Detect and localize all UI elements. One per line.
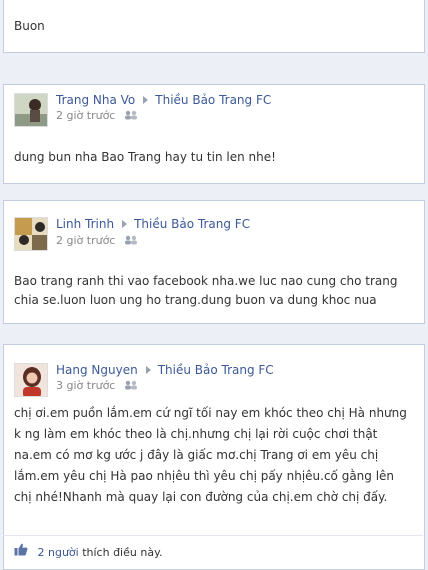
post-card: Trang Nha Vo Thiều Bảo Trang FC 2 giờ trư… <box>3 84 425 184</box>
message-line: chia se.luon luon ung ho trang.dung buon… <box>14 293 377 307</box>
likes-divider <box>3 535 423 536</box>
likes-text: thích điều này. <box>82 546 163 559</box>
avatar[interactable] <box>14 363 48 397</box>
target-page-link[interactable]: Thiều Bảo Trang FC <box>155 93 271 107</box>
post-message: Buon <box>14 19 45 33</box>
message-line: k ng làm em khóc theo là chị.nhưng chị l… <box>14 427 378 441</box>
message-line: Bao trang ranh thi vao facebook nha.we l… <box>14 274 398 288</box>
timestamp[interactable]: 3 giờ trước <box>56 379 115 392</box>
post-meta: 3 giờ trước <box>56 379 138 392</box>
people-icon <box>124 235 138 245</box>
message-line: chị ơi.em puồn lắm.em cứ ngĩ tối nay em … <box>14 406 407 420</box>
timestamp[interactable]: 2 giờ trước <box>56 234 115 247</box>
author-link[interactable]: Linh Trinh <box>56 217 114 231</box>
post-header: Hang Nguyen Thiều Bảo Trang FC <box>56 363 274 377</box>
post-message: Bao trang ranh thi vao facebook nha.we l… <box>14 272 397 310</box>
thumbs-up-icon <box>14 543 28 559</box>
avatar[interactable] <box>14 217 48 251</box>
people-icon <box>124 110 138 120</box>
author-link[interactable]: Hang Nguyen <box>56 363 138 377</box>
timestamp[interactable]: 2 giờ trước <box>56 109 115 122</box>
post-card: Hang Nguyen Thiều Bảo Trang FC 3 giờ trướ… <box>3 344 425 570</box>
post-message: dung bun nha Bao Trang hay tu tin len nh… <box>14 150 276 164</box>
target-page-link[interactable]: Thiều Bảo Trang FC <box>158 363 274 377</box>
post-meta: 2 giờ trước <box>56 234 138 247</box>
message-line: chị nhé!Nhanh mà quay lại con đường của … <box>14 490 388 504</box>
post-card: Linh Trinh Thiều Bảo Trang FC 2 giờ trước… <box>3 200 425 324</box>
avatar[interactable] <box>14 93 48 127</box>
arrow-icon <box>122 219 128 228</box>
post-message: chị ơi.em puồn lắm.em cứ ngĩ tối nay em … <box>14 403 407 508</box>
target-page-link[interactable]: Thiều Bảo Trang FC <box>134 217 250 231</box>
arrow-icon <box>143 95 149 104</box>
post-header: Trang Nha Vo Thiều Bảo Trang FC <box>56 93 271 107</box>
people-icon <box>124 380 138 390</box>
message-line: lắm.em yêu chị Hà pao nhịêu thì yêu chị … <box>14 469 395 483</box>
post-card-previous: Buon <box>3 0 425 53</box>
post-meta: 2 giờ trước <box>56 109 138 122</box>
post-header: Linh Trinh Thiều Bảo Trang FC <box>56 217 250 231</box>
message-line: na.em có mơ kg ước j đây là giấc mơ.chị … <box>14 448 379 462</box>
author-link[interactable]: Trang Nha Vo <box>56 93 135 107</box>
arrow-icon <box>145 365 151 374</box>
likes-count-link[interactable]: 2 người <box>38 546 79 559</box>
likes-summary: 2 người thích điều này. <box>14 543 163 561</box>
